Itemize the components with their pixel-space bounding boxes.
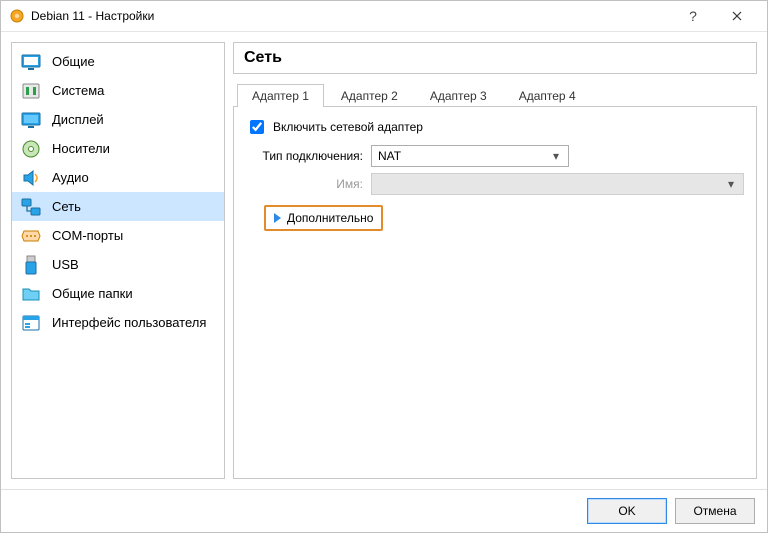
tab-adapter-4[interactable]: Адаптер 4 xyxy=(504,84,591,107)
main-panel: Сеть Адаптер 1 Адаптер 2 Адаптер 3 Адапт… xyxy=(233,42,757,479)
storage-icon xyxy=(20,138,42,160)
sidebar-item-label: USB xyxy=(52,257,79,272)
sidebar-item-label: Интерфейс пользователя xyxy=(52,315,206,330)
titlebar: Debian 11 - Настройки ? xyxy=(1,1,767,32)
window-title: Debian 11 - Настройки xyxy=(31,9,154,23)
tab-adapter-2[interactable]: Адаптер 2 xyxy=(326,84,413,107)
sidebar-item-label: Общие xyxy=(52,54,95,69)
tab-adapter-3[interactable]: Адаптер 3 xyxy=(415,84,502,107)
chevron-down-icon: ▾ xyxy=(548,149,564,163)
tab-label: Адаптер 4 xyxy=(519,89,576,103)
tab-label: Адаптер 1 xyxy=(252,89,309,103)
adapter-settings: Включить сетевой адаптер Тип подключения… xyxy=(233,107,757,479)
network-icon xyxy=(20,196,42,218)
advanced-label: Дополнительно xyxy=(287,211,373,225)
ok-button[interactable]: OK xyxy=(587,498,667,524)
chevron-down-icon: ▾ xyxy=(723,177,739,191)
attached-label: Тип подключения: xyxy=(246,149,371,163)
sidebar-item-usb[interactable]: USB xyxy=(12,250,224,279)
sidebar-item-storage[interactable]: Носители xyxy=(12,134,224,163)
enable-adapter-label[interactable]: Включить сетевой адаптер xyxy=(273,120,423,134)
sidebar-item-label: COM-порты xyxy=(52,228,123,243)
audio-icon xyxy=(20,167,42,189)
sidebar-item-serial[interactable]: COM-порты xyxy=(12,221,224,250)
sidebar-item-label: Система xyxy=(52,83,104,98)
expand-right-icon xyxy=(274,213,281,223)
sidebar-item-label: Дисплей xyxy=(52,112,104,127)
help-button[interactable]: ? xyxy=(671,2,715,30)
dialog-footer: OK Отмена xyxy=(1,489,767,532)
folder-icon xyxy=(20,283,42,305)
sidebar-item-display[interactable]: Дисплей xyxy=(12,105,224,134)
tab-label: Адаптер 3 xyxy=(430,89,487,103)
usb-icon xyxy=(20,254,42,276)
ui-icon xyxy=(20,312,42,334)
sidebar-item-general[interactable]: Общие xyxy=(12,47,224,76)
help-icon: ? xyxy=(689,8,697,24)
sidebar-item-network[interactable]: Сеть xyxy=(12,192,224,221)
sidebar-item-shared[interactable]: Общие папки xyxy=(12,279,224,308)
category-sidebar: Общие Система Дисплей Носители xyxy=(11,42,225,479)
section-title: Сеть xyxy=(233,42,757,74)
app-icon xyxy=(9,8,25,24)
attached-combo[interactable]: NAT ▾ xyxy=(371,145,569,167)
advanced-toggle[interactable]: Дополнительно xyxy=(264,205,383,231)
general-icon xyxy=(20,51,42,73)
sidebar-item-ui[interactable]: Интерфейс пользователя xyxy=(12,308,224,337)
sidebar-item-system[interactable]: Система xyxy=(12,76,224,105)
settings-window: Debian 11 - Настройки ? Общие xyxy=(0,0,768,533)
sidebar-item-label: Общие папки xyxy=(52,286,133,301)
sidebar-item-audio[interactable]: Аудио xyxy=(12,163,224,192)
content-area: Общие Система Дисплей Носители xyxy=(1,32,767,489)
system-icon xyxy=(20,80,42,102)
enable-adapter-row: Включить сетевой адаптер xyxy=(246,117,744,137)
name-label: Имя: xyxy=(246,177,371,191)
sidebar-item-label: Носители xyxy=(52,141,110,156)
adapter-tabs: Адаптер 1 Адаптер 2 Адаптер 3 Адаптер 4 xyxy=(233,84,757,107)
attached-value: NAT xyxy=(378,149,401,163)
cancel-button[interactable]: Отмена xyxy=(675,498,755,524)
sidebar-item-label: Сеть xyxy=(52,199,81,214)
attached-row: Тип подключения: NAT ▾ xyxy=(246,145,744,167)
serial-icon xyxy=(20,225,42,247)
enable-adapter-checkbox[interactable] xyxy=(250,120,264,134)
sidebar-item-label: Аудио xyxy=(52,170,89,185)
close-icon xyxy=(732,11,742,21)
tab-label: Адаптер 2 xyxy=(341,89,398,103)
name-row: Имя: ▾ xyxy=(246,173,744,195)
tab-adapter-1[interactable]: Адаптер 1 xyxy=(237,84,324,107)
close-button[interactable] xyxy=(715,2,759,30)
display-icon xyxy=(20,109,42,131)
name-combo: ▾ xyxy=(371,173,744,195)
